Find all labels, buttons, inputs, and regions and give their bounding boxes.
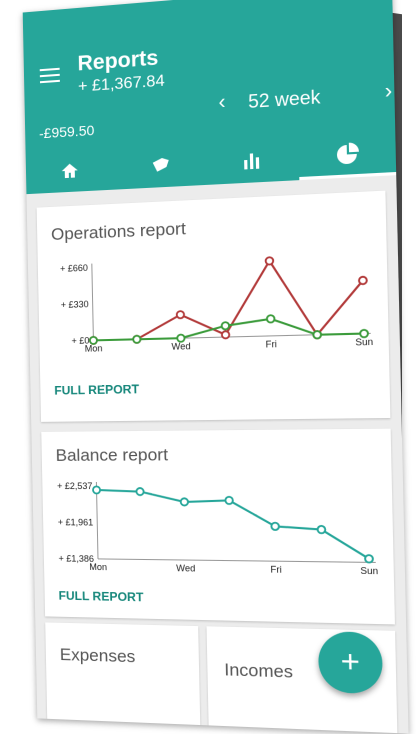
data-point [222, 322, 230, 329]
bar-chart-icon [242, 151, 262, 171]
period-label: 52 week [248, 87, 321, 114]
data-point [177, 311, 184, 318]
balance-chart: + £2,537+ £1,961+ £1,386Mon Wed Fri Sun [50, 475, 385, 592]
y-tick-label: + £330 [61, 299, 89, 310]
data-point [222, 331, 230, 338]
y-tick-label: + £660 [60, 263, 88, 274]
tab-categories[interactable] [114, 142, 206, 190]
operations-card: Operations report + £660 + £330 + £0 Mon Wed… [37, 191, 391, 422]
balance-title: Balance report [55, 445, 168, 466]
chevron-right-icon[interactable]: › [384, 80, 392, 105]
balance-card: Balance report + £2,537 + £1,961 + £1,386 M… [41, 429, 395, 625]
tab-home[interactable] [26, 147, 115, 194]
page-title: Reports [77, 46, 158, 76]
data-point [90, 337, 97, 344]
tab-reports[interactable] [298, 131, 396, 181]
data-point [181, 498, 188, 505]
period-selector: ‹ 52 week › [218, 80, 392, 118]
data-point [271, 523, 279, 530]
x-axis [98, 559, 376, 563]
tab-bar [26, 131, 397, 195]
operations-chart: + £660+ £330+ £0Mon Wed Fri Sun [46, 246, 381, 369]
data-point [177, 334, 184, 341]
data-point [225, 497, 233, 504]
chevron-left-icon[interactable]: ‹ [218, 91, 226, 115]
tag-icon [149, 155, 170, 177]
tab-charts[interactable] [205, 136, 300, 185]
x-tick-label: Sun [360, 565, 378, 576]
data-point [133, 336, 140, 343]
data-point [318, 526, 326, 533]
home-icon [61, 162, 79, 179]
x-tick-label: Mon [89, 562, 107, 572]
pie-chart-icon [335, 142, 360, 167]
operations-title: Operations report [51, 219, 186, 245]
x-tick-label: Fri [266, 339, 277, 350]
operations-full-report-link[interactable]: FULL REPORT [54, 382, 139, 398]
app-bar: Reports + £1,367.84 -£959.50 ‹ 52 week › [23, 0, 397, 194]
y-tick-label: + £1,961 [58, 517, 94, 527]
data-point [267, 315, 275, 323]
expenses-label: Expenses [60, 645, 136, 667]
negative-amount: -£959.50 [39, 122, 95, 142]
data-point [360, 330, 368, 338]
data-point [365, 555, 373, 563]
x-tick-label: Fri [270, 564, 282, 575]
phone-screen: Reports + £1,367.84 -£959.50 ‹ 52 week › [23, 0, 409, 734]
y-tick-label: + £2,537 [57, 481, 93, 491]
y-axis [92, 264, 94, 341]
expenses-card[interactable]: Expenses [45, 622, 201, 733]
data-point [359, 277, 367, 285]
total-amount: + £1,367.84 [78, 72, 165, 96]
data-point [93, 486, 100, 493]
hamburger-icon[interactable] [40, 68, 60, 83]
add-icon: + [340, 644, 360, 681]
x-tick-label: Wed [176, 563, 195, 574]
balance-full-report-link[interactable]: FULL REPORT [58, 589, 143, 605]
data-point [266, 257, 274, 265]
incomes-label: Incomes [224, 660, 293, 683]
data-point [136, 488, 143, 495]
data-point [313, 331, 321, 339]
screen: Reports + £1,367.84 -£959.50 ‹ 52 week › [0, 0, 416, 714]
